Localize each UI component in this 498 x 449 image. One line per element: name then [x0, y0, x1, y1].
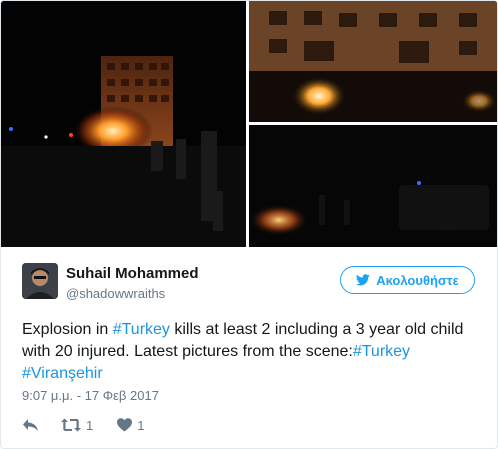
- retweet-count: 1: [86, 417, 94, 433]
- tweet-text: Explosion in #Turkey kills at least 2 in…: [22, 319, 482, 385]
- reply-icon: [23, 419, 38, 431]
- photo-burning-building[interactable]: [249, 1, 497, 122]
- photo-image: [249, 125, 497, 247]
- retweet-icon: [61, 418, 81, 432]
- user-name[interactable]: Suhail Mohammed: [66, 265, 199, 282]
- hashtag-viransehir-link[interactable]: #Viranşehir: [22, 365, 103, 382]
- embedded-tweet-card: Suhail Mohammed @shadowwraiths Ακολουθήσ…: [0, 0, 498, 449]
- photo-image: [249, 1, 497, 122]
- tweet-actions: 1 1: [22, 415, 144, 435]
- reply-button[interactable]: [22, 418, 39, 432]
- tweet-text-part1: Explosion in: [22, 321, 113, 338]
- follow-button[interactable]: Ακολουθήστε: [340, 266, 475, 294]
- avatar-image: [22, 263, 58, 299]
- like-count: 1: [137, 417, 145, 433]
- retweet-button[interactable]: 1: [61, 418, 93, 433]
- heart-icon: [117, 418, 133, 432]
- tweet-timestamp[interactable]: 9:07 μ.μ. - 17 Φεβ 2017: [22, 388, 159, 403]
- photo-street-fire[interactable]: [249, 125, 497, 247]
- like-button[interactable]: 1: [117, 418, 144, 433]
- user-handle[interactable]: @shadowwraiths: [66, 286, 165, 301]
- photo-image: [1, 1, 246, 247]
- twitter-bird-icon: [356, 274, 370, 286]
- photo-explosion-street[interactable]: [1, 1, 246, 247]
- photo-grid: [1, 1, 497, 247]
- hashtag-turkey-link[interactable]: #Turkey: [113, 321, 170, 338]
- hashtag-turkey-link-2[interactable]: #Turkey: [353, 343, 410, 360]
- avatar[interactable]: [22, 263, 58, 299]
- follow-label: Ακολουθήστε: [376, 272, 459, 288]
